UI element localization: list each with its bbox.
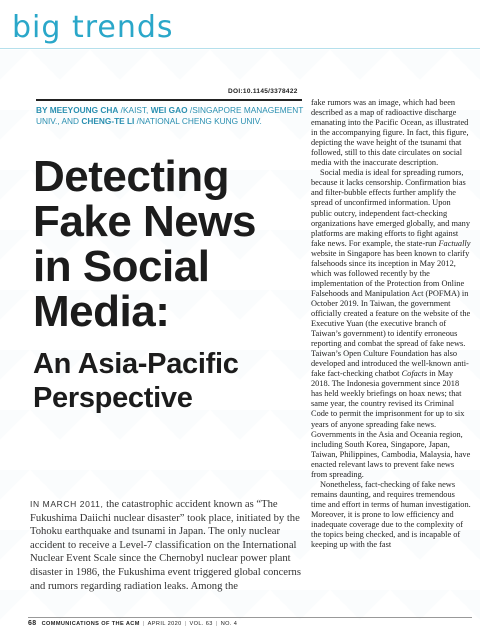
doi: DOI:10.1145/3378422: [228, 88, 298, 95]
page-number: 68: [28, 620, 37, 627]
page-footer: 68 COMMUNICATIONS OF THE ACM | APRIL 2020 |…: [28, 620, 237, 627]
body-paragraph-2: Social media is ideal for spreading rumo…: [311, 168, 471, 479]
magazine-name: COMMUNICATIONS OF THE ACM: [41, 621, 140, 627]
body-paragraph-1: fake rumors was an image, which had been…: [311, 98, 469, 168]
issue-date: APRIL 2020: [147, 621, 182, 627]
lede-text: the catastrophic accident known as “The …: [30, 499, 301, 592]
p2-emphasis-cofacts: Cofacts: [401, 369, 428, 379]
author-name: WEI GAO: [150, 105, 188, 115]
author-affiliation: KAIST,: [123, 105, 149, 115]
p2-text-b: website in Singapore has been known to c…: [311, 248, 471, 379]
section-tag-rule: [0, 48, 480, 49]
p2-text-a: Social media is ideal for spreading rumo…: [311, 168, 471, 248]
section-tag: big trends: [12, 10, 174, 45]
author-affiliation: NATIONAL CHENG KUNG UNIV.: [139, 115, 262, 126]
body-paragraph-3: Nonetheless, fact-checking of fake news …: [311, 479, 471, 550]
issue-number: NO. 4: [220, 621, 238, 627]
article-subtitle: An Asia-Pacific Perspective: [33, 348, 239, 414]
lede-paragraph: IN MARCH 2011, the catastrophic accident…: [30, 498, 308, 593]
article-title: Detecting Fake News in Social Media:: [33, 152, 256, 336]
volume: VOL. 63: [189, 621, 213, 627]
article-page: big trends DOI:10.1145/3378422 BY MEEYOU…: [0, 0, 480, 638]
footer-separator: |: [215, 621, 218, 627]
byline-prefix: BY: [36, 105, 50, 115]
author-name: CHENG-TE LI: [81, 115, 135, 126]
footer-separator: |: [142, 621, 145, 627]
author-name: MEEYOUNG CHA: [49, 105, 119, 115]
right-column: fake rumors was an image, which had been…: [311, 98, 471, 550]
p2-emphasis-factually: Factually: [438, 238, 471, 248]
footer-separator: |: [184, 621, 187, 627]
p2-text-c: in May 2018. The Indonesia government si…: [311, 369, 471, 479]
lede-lead-in: IN MARCH 2011,: [30, 499, 104, 509]
footer-rule: [28, 617, 472, 618]
byline-rule: [36, 99, 302, 101]
byline: BY MEEYOUNG CHA /KAIST, WEI GAO /SINGAPO…: [36, 105, 304, 126]
